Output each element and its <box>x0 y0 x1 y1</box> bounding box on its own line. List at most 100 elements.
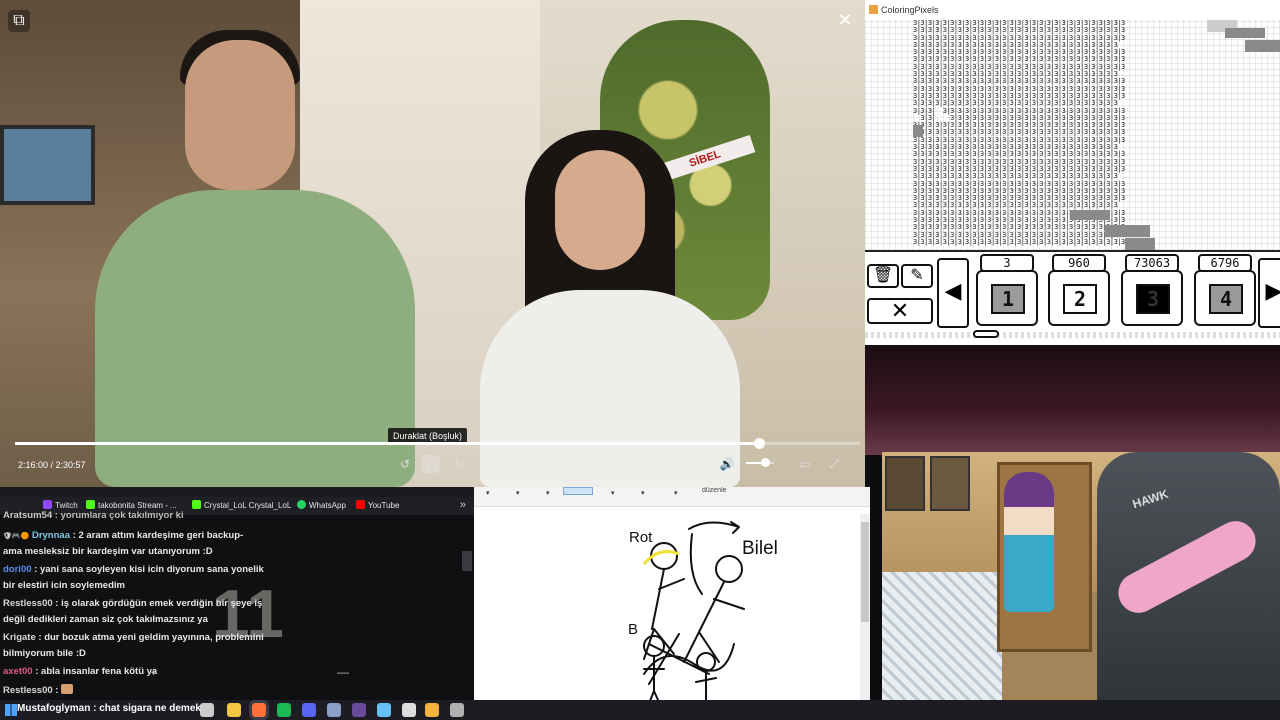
youtube-icon <box>356 500 365 509</box>
ribbon-dropdown-icon[interactable]: ▾ <box>641 489 645 497</box>
kick-icon <box>86 500 95 509</box>
edit-colors-label[interactable]: düzenle <box>702 487 727 494</box>
color-swatch: 4 <box>1209 284 1243 314</box>
chat-message: Restless00 : iş olarak gördüğün emek ver… <box>3 598 262 610</box>
color-slot-1[interactable]: 3 1 <box>976 254 1038 328</box>
firefox-icon[interactable] <box>249 700 269 720</box>
chat-username[interactable]: dori00 <box>3 564 32 575</box>
rewind-icon[interactable]: ↺ <box>396 455 414 473</box>
desktop-wallpaper <box>865 345 1280 455</box>
steam-icon[interactable] <box>377 703 391 717</box>
stream-chat: 11 Aratsum54 : yorumlara çok takılmıyor … <box>0 510 474 700</box>
bookmark-whatsapp[interactable]: WhatsApp <box>297 500 346 512</box>
ribbon-dropdown-icon[interactable]: ▾ <box>674 489 678 497</box>
fullscreen-icon[interactable]: ⤢ <box>825 455 843 473</box>
palette-toolbar: 🗑 ✎ ✕ ◀ 3 1 960 2 73063 3 6796 4 ▶ <box>865 250 1280 345</box>
app2-icon[interactable] <box>450 703 464 717</box>
notes-icon[interactable] <box>425 703 439 717</box>
chat-message-continuation: değil dedikleri zaman siz çok takılmazsı… <box>3 614 208 626</box>
palette-scroll-thumb[interactable] <box>973 330 999 338</box>
task-view-icon[interactable] <box>200 703 214 717</box>
coloring-pixels-titlebar[interactable]: ColoringPixels <box>865 0 1280 20</box>
chat-scrollbar[interactable] <box>462 551 472 571</box>
man-head <box>185 40 295 190</box>
painted-pixel <box>1125 238 1155 250</box>
paint-canvas[interactable]: Rot Bilel B <box>474 514 858 700</box>
forward-icon[interactable]: ↻ <box>450 455 468 473</box>
drawing-label-rot: Rot <box>629 529 653 546</box>
webcam-feed: HAWK <box>882 452 1280 700</box>
close-video-icon[interactable]: ✕ <box>835 10 855 30</box>
painted-pixel <box>1225 28 1265 38</box>
ribbon-dropdown-icon[interactable]: ▾ <box>486 489 490 497</box>
color-slot-4[interactable]: 6796 4 <box>1194 254 1256 328</box>
chat-text: bir elestiri icin soylemedim <box>3 580 125 591</box>
volume-icon[interactable]: 🔊 <box>718 455 736 473</box>
color-slot-2[interactable]: 960 2 <box>1048 254 1110 328</box>
obs-icon[interactable] <box>352 703 366 717</box>
kick-icon <box>192 500 201 509</box>
discord-icon[interactable] <box>302 703 316 717</box>
more-bookmarks-icon[interactable]: » <box>460 499 466 511</box>
video-progress-bar[interactable] <box>15 438 860 449</box>
video-player[interactable]: SİBEL ⧉ ✕ Duraklat (Boşluk) 2:16:00 / 2:… <box>0 0 865 487</box>
chat-username[interactable]: axet00 <box>3 666 33 677</box>
video-progress-knob[interactable] <box>754 438 765 449</box>
bed <box>882 572 1002 700</box>
color-card[interactable]: 4 <box>1194 270 1256 326</box>
chat-username[interactable]: Restless00 <box>3 685 53 696</box>
color-card[interactable]: 3 <box>1121 270 1183 326</box>
palette-next-arrow-icon[interactable]: ▶ <box>1258 258 1280 328</box>
volume-knob[interactable] <box>761 458 770 467</box>
doll-figure <box>1004 472 1054 612</box>
color-swatch: 2 <box>1063 284 1097 314</box>
chat-message-continuation: bilmiyorum bile :D <box>3 648 86 660</box>
ribbon-dropdown-icon[interactable]: ▾ <box>611 489 615 497</box>
coloring-pixels-window[interactable]: ColoringPixels 3|3|3|3|3|3|3|3|3|3|3|3|3… <box>865 0 1280 345</box>
ribbon-dropdown-icon[interactable]: ▾ <box>516 489 520 497</box>
pause-icon[interactable]: ❚❚ <box>422 455 440 473</box>
coloring-pixels-title: ColoringPixels <box>881 5 939 15</box>
paint-window[interactable]: ▾ ▾ ▾ ▾ ▾ ▾ düzenle Rot Bilel B <box>474 487 870 700</box>
app-icon[interactable] <box>327 703 341 717</box>
captions-icon[interactable]: ▭ <box>796 455 814 473</box>
bookmark-crystal[interactable]: Crystal_LoL Crystal_LoL <box>192 500 291 512</box>
selected-ribbon-tool[interactable] <box>563 487 593 495</box>
woman-figure <box>480 290 740 487</box>
pixel-number-grid[interactable]: 3|3|3|3|3|3|3|3|3|3|3|3|3|3|3|3|3|3|3|3|… <box>913 20 1208 250</box>
chat-text: dur bozuk atma yeni geldim yayınına, pro… <box>44 632 264 643</box>
ribbon-dropdown-icon[interactable]: ▾ <box>546 489 550 497</box>
chat-username[interactable]: Aratsum54 <box>3 510 52 521</box>
github-icon[interactable] <box>402 703 416 717</box>
spotify-icon[interactable] <box>277 703 291 717</box>
paint-ribbon: ▾ ▾ ▾ ▾ ▾ ▾ düzenle <box>474 487 870 507</box>
chat-text: yani sana soyleyen kisi icin diyorum san… <box>39 564 264 575</box>
trash-icon[interactable]: 🗑 <box>867 264 899 288</box>
palette-prev-arrow-icon[interactable]: ◀ <box>937 258 969 328</box>
poster <box>885 456 925 511</box>
chat-separator: : <box>52 510 61 521</box>
eraser-icon[interactable]: ✎ <box>901 264 933 288</box>
paint-scroll-thumb[interactable] <box>861 522 869 622</box>
chat-username[interactable]: Drynnaa <box>32 530 70 541</box>
chat-text: yorumlara çok takılmıyor ki <box>60 510 184 521</box>
close-icon[interactable]: ✕ <box>867 298 933 324</box>
chat-username[interactable]: Restless00 <box>3 598 53 609</box>
bookmark-youtube[interactable]: YouTube <box>356 500 399 512</box>
browser-window[interactable]: Twitch takobonita Stream - ... Crystal_L… <box>0 487 474 700</box>
picture-in-picture-icon[interactable]: ⧉ <box>8 10 30 32</box>
windows-start-icon[interactable] <box>5 704 17 716</box>
plus-icon[interactable]: + <box>150 665 157 679</box>
color-card[interactable]: 1 <box>976 270 1038 326</box>
color-card[interactable]: 2 <box>1048 270 1110 326</box>
bookmark-label: Twitch <box>55 501 78 510</box>
file-explorer-icon[interactable] <box>227 703 241 717</box>
chat-text: iş olarak gördüğün emek verdiğin bir şey… <box>61 598 263 609</box>
palette-scrollbar[interactable] <box>865 332 1280 338</box>
pixel-canvas[interactable]: 3|3|3|3|3|3|3|3|3|3|3|3|3|3|3|3|3|3|3|3|… <box>865 20 1280 250</box>
whatsapp-icon <box>297 500 306 509</box>
painted-pixel <box>1070 210 1110 220</box>
chat-username[interactable]: Krigate <box>3 632 36 643</box>
minus-icon[interactable]: — <box>337 665 349 679</box>
color-slot-3[interactable]: 73063 3 <box>1121 254 1183 328</box>
